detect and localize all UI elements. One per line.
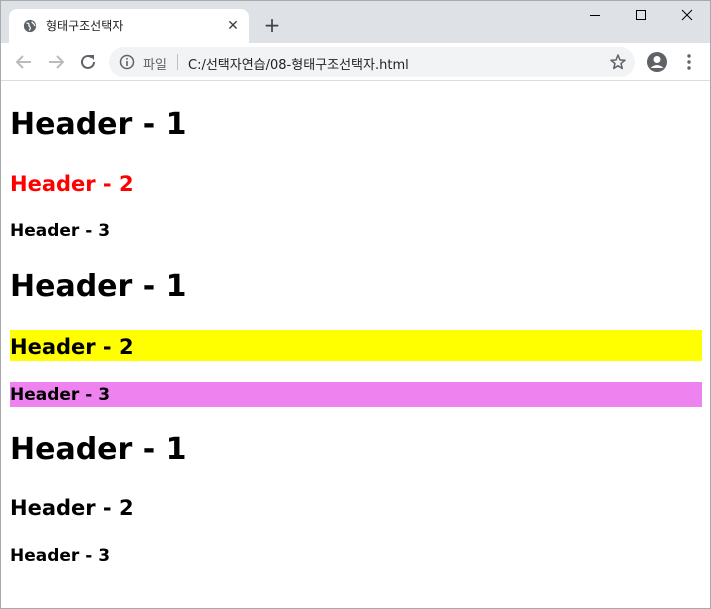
profile-avatar-icon[interactable]: [646, 51, 668, 73]
tab-strip: 형태구조선택자 ✕ +: [1, 1, 710, 43]
kebab-menu-icon[interactable]: [681, 52, 697, 72]
back-arrow-icon[interactable]: [13, 51, 35, 73]
browser-toolbar: 파일 C:/선택자연습/08-형태구조선택자.html: [1, 43, 710, 81]
bookmark-star-icon[interactable]: [609, 53, 627, 71]
header-1-second: Header - 1: [10, 269, 187, 304]
reload-icon[interactable]: [77, 51, 99, 73]
address-bar[interactable]: 파일 C:/선택자연습/08-형태구조선택자.html: [109, 47, 635, 77]
header-2-first: Header - 2: [10, 172, 134, 196]
header-3-first: Header - 3: [10, 221, 111, 241]
header-1-first: Header - 1: [10, 107, 187, 142]
minimize-icon: [590, 15, 600, 16]
url-text[interactable]: C:/선택자연습/08-형태구조선택자.html: [188, 54, 409, 73]
active-tab[interactable]: 형태구조선택자 ✕: [9, 9, 249, 43]
new-tab-button[interactable]: +: [263, 15, 281, 35]
minimize-button[interactable]: [572, 1, 618, 31]
close-icon: [681, 9, 693, 21]
file-scheme-label: 파일: [143, 58, 167, 73]
tab-close-icon[interactable]: ✕: [225, 18, 241, 34]
tab-title: 형태구조선택자: [46, 19, 124, 33]
header-2-third: Header - 2: [10, 496, 134, 520]
maximize-button[interactable]: [618, 1, 664, 31]
address-separator: [177, 54, 178, 70]
page-content: Header - 1 Header - 2 Header - 3 Header …: [9, 81, 702, 608]
info-icon[interactable]: [119, 54, 135, 70]
header-3-third: Header - 3: [10, 546, 111, 566]
browser-window: 형태구조선택자 ✕ + 파일 C:/선택자연습/08-형태구조선택자.html …: [0, 0, 711, 609]
maximize-icon: [636, 10, 646, 20]
globe-icon: [23, 19, 37, 33]
header-3-second: Header - 3: [10, 382, 702, 407]
forward-arrow-icon[interactable]: [45, 51, 67, 73]
header-2-second: Header - 2: [10, 330, 702, 361]
header-1-third: Header - 1: [10, 432, 187, 467]
close-window-button[interactable]: [664, 1, 710, 31]
